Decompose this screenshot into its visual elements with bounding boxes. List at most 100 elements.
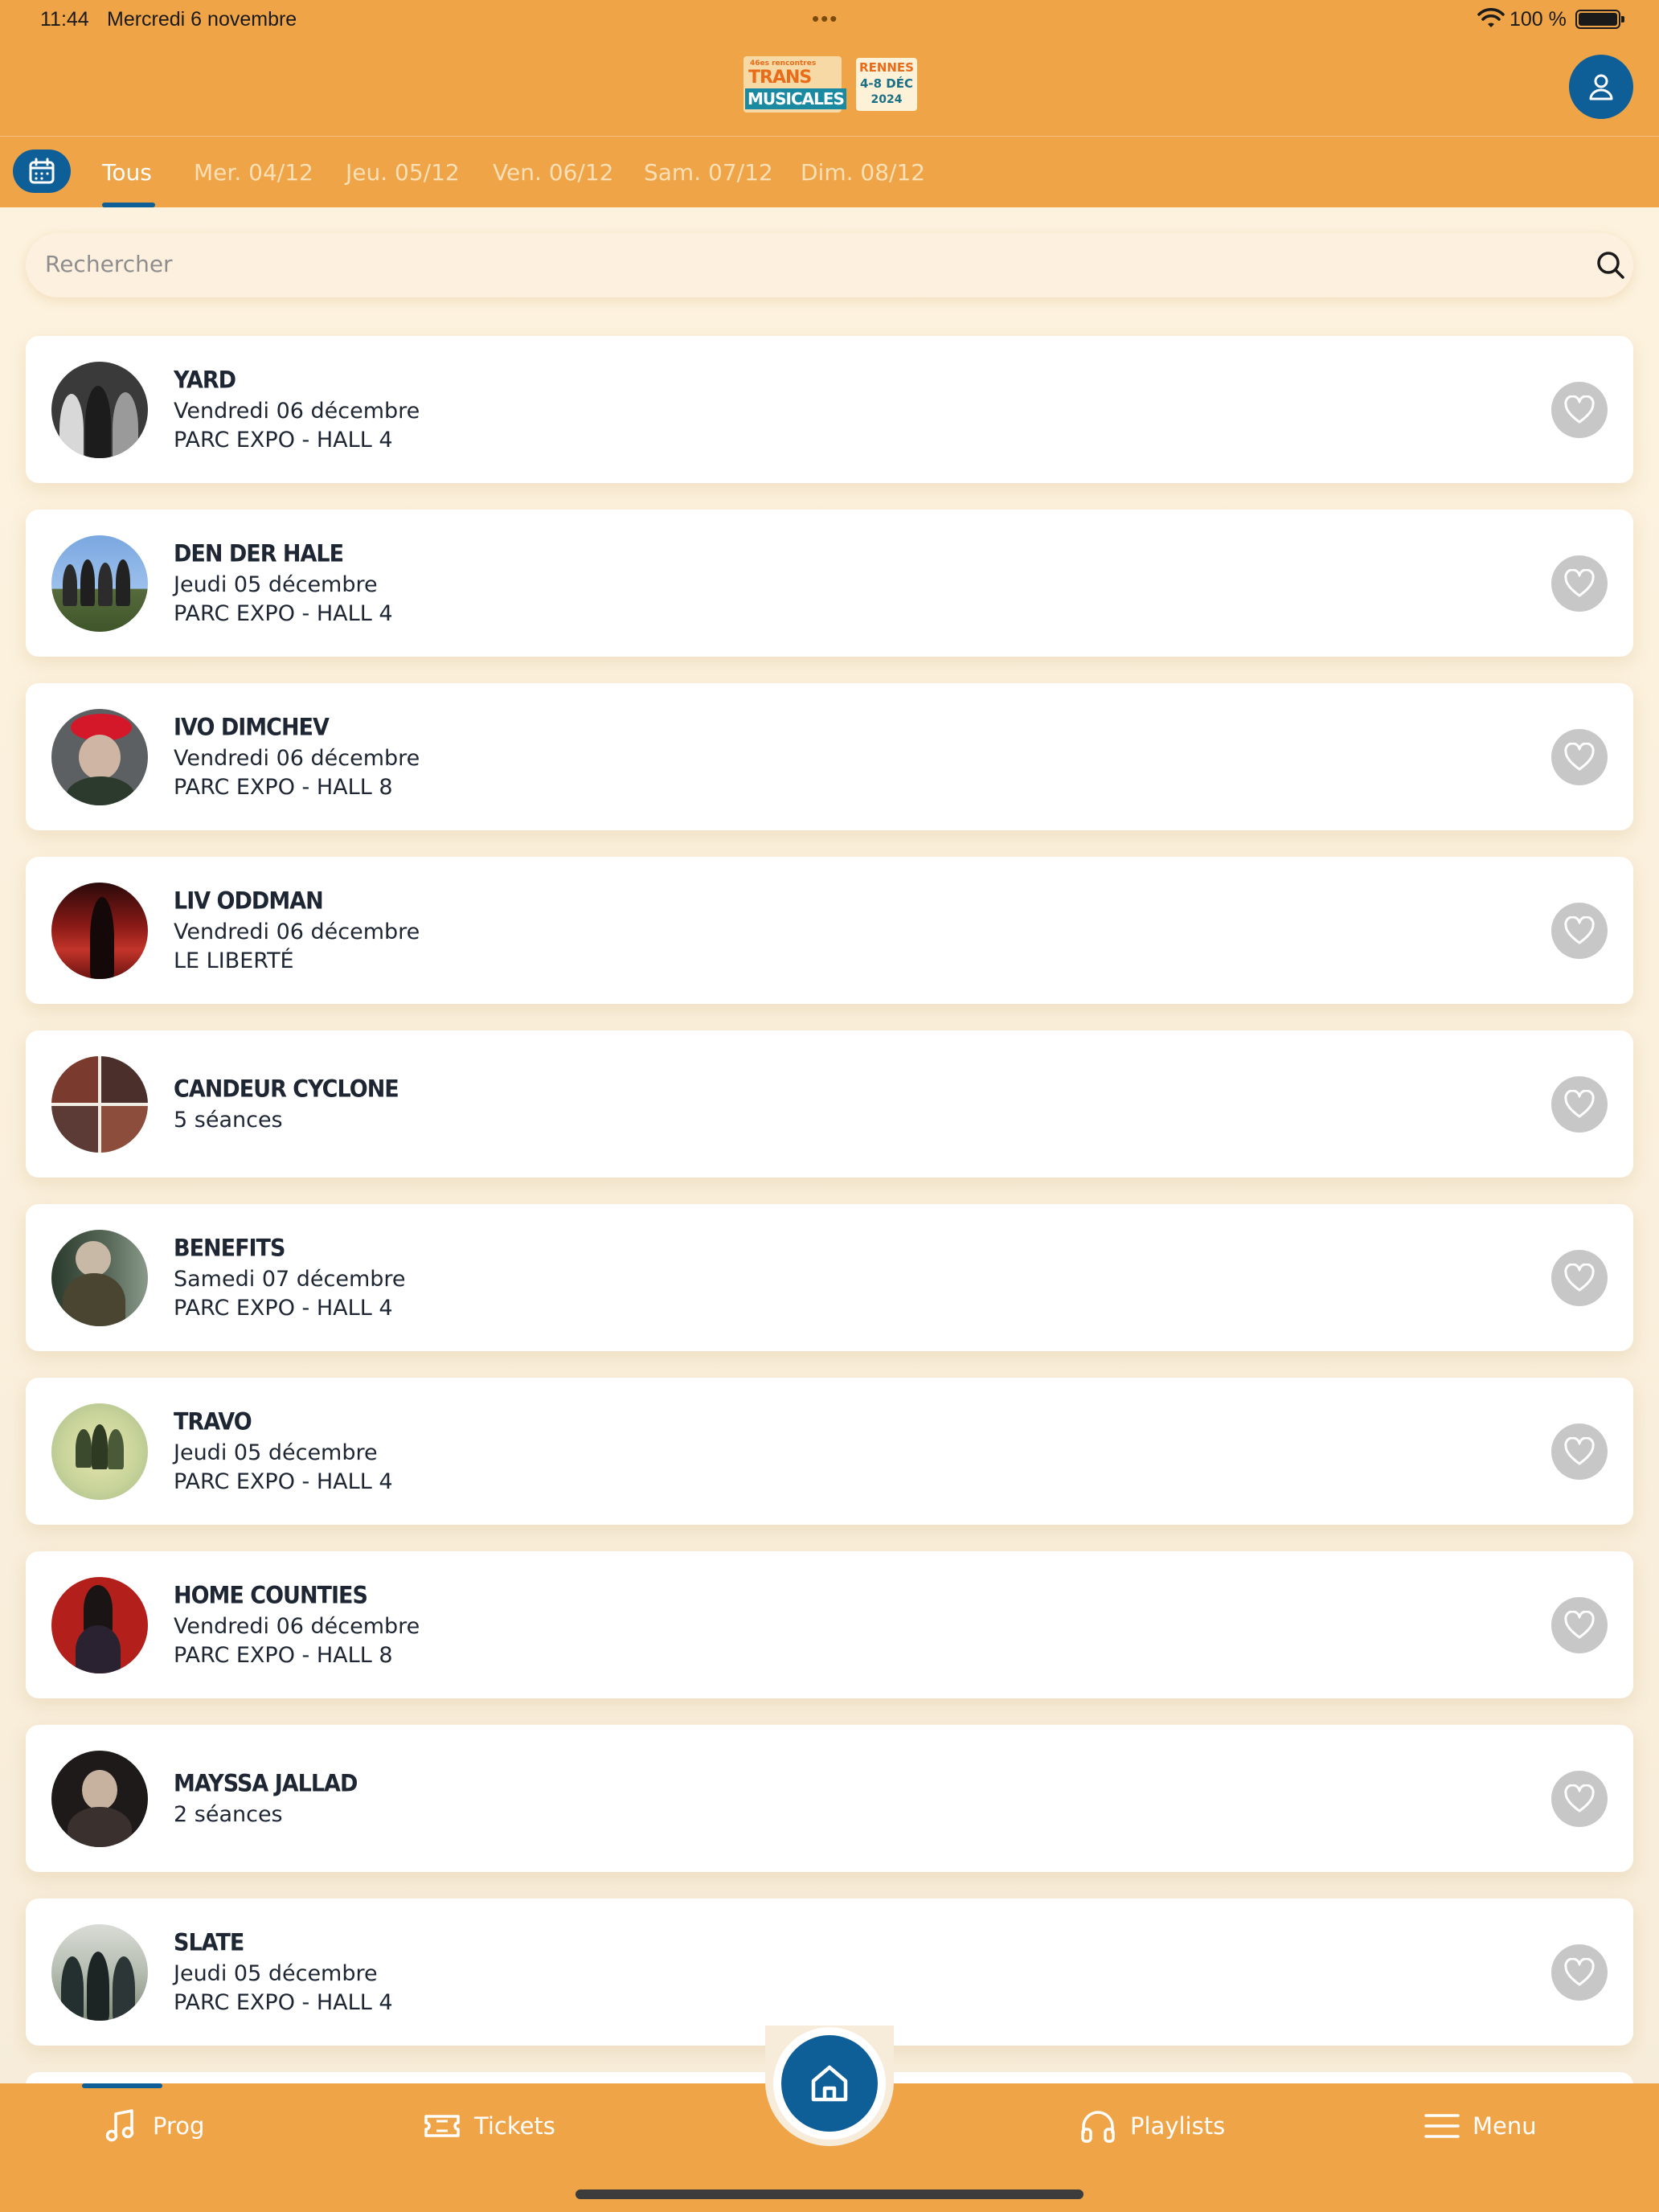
search-input[interactable]: Rechercher <box>45 251 173 277</box>
tab-mer-04-12[interactable]: Mer. 04/12 <box>194 159 313 186</box>
calendar-icon <box>29 158 55 184</box>
artist-date: Vendredi 06 décembre <box>174 746 420 771</box>
artist-name: MAYSSA JALLAD <box>174 1770 358 1798</box>
artist-name: CANDEUR CYCLONE <box>174 1075 399 1104</box>
heart-icon <box>1564 1264 1595 1292</box>
tab-jeu-05-12[interactable]: Jeu. 05/12 <box>346 159 460 186</box>
favorite-button[interactable] <box>1551 1423 1608 1480</box>
home-indicator-bar[interactable] <box>576 2189 1083 2199</box>
favorite-button[interactable] <box>1551 382 1608 438</box>
wifi-icon <box>1477 8 1505 27</box>
artist-card-den-der-hale[interactable]: DEN DER HALE Jeudi 05 décembre PARC EXPO… <box>26 510 1633 657</box>
tab-tous[interactable]: Tous <box>102 159 152 186</box>
day-tabs: Tous Mer. 04/12 Jeu. 05/12 Ven. 06/12 Sa… <box>0 137 1659 207</box>
favorite-button[interactable] <box>1551 1076 1608 1133</box>
active-tab-indicator <box>102 203 155 207</box>
favorite-button[interactable] <box>1551 903 1608 959</box>
artist-card-liv-oddman[interactable]: LIV ODDMAN Vendredi 06 décembre LE LIBER… <box>26 857 1633 1004</box>
calendar-button[interactable] <box>13 150 71 193</box>
artist-venue: PARC EXPO - HALL 4 <box>174 1990 393 2015</box>
tab-sam-07-12[interactable]: Sam. 07/12 <box>644 159 773 186</box>
artist-venue: PARC EXPO - HALL 4 <box>174 1296 393 1321</box>
favorite-button[interactable] <box>1551 729 1608 785</box>
artist-card-home-counties[interactable]: HOME COUNTIES Vendredi 06 décembre PARC … <box>26 1551 1633 1698</box>
nav-playlists[interactable]: Playlists <box>1079 2106 1225 2146</box>
heart-icon <box>1564 1437 1595 1465</box>
nav-tickets-label: Tickets <box>474 2112 555 2140</box>
heart-icon <box>1564 1090 1595 1118</box>
logo-musicales: MUSICALES <box>745 88 846 109</box>
artist-photo <box>51 883 148 979</box>
headphones-icon <box>1081 2111 1115 2143</box>
artist-name: IVO DIMCHEV <box>174 714 330 742</box>
hamburger-menu-icon <box>1424 2114 1460 2138</box>
artist-photo <box>51 1230 148 1326</box>
favorite-button[interactable] <box>1551 1771 1608 1827</box>
nav-prog-label: Prog <box>153 2112 205 2140</box>
artist-card-travo[interactable]: TRAVO Jeudi 05 décembre PARC EXPO - HALL… <box>26 1378 1633 1525</box>
logo-year: 2024 <box>870 93 903 106</box>
home-button[interactable] <box>781 2035 878 2132</box>
artist-date: Vendredi 06 décembre <box>174 1614 420 1639</box>
artist-name: LIV ODDMAN <box>174 887 324 916</box>
artist-venue: PARC EXPO - HALL 8 <box>174 775 393 800</box>
artist-photo <box>51 1056 148 1153</box>
active-nav-indicator <box>82 2083 162 2088</box>
artist-sessions: 2 séances <box>174 1802 283 1827</box>
artist-card-mayssa-jallad[interactable]: MAYSSA JALLAD 2 séances <box>26 1725 1633 1872</box>
nav-tickets[interactable]: Tickets <box>423 2106 555 2146</box>
search-bar[interactable]: Rechercher <box>26 233 1633 297</box>
artist-card-slate[interactable]: SLATE Jeudi 05 décembre PARC EXPO - HALL… <box>26 1899 1633 2046</box>
nav-menu[interactable]: Menu <box>1424 2106 1537 2146</box>
artist-name: BENEFITS <box>174 1235 285 1263</box>
nav-prog[interactable]: Prog <box>103 2106 204 2146</box>
artist-venue: LE LIBERTÉ <box>174 948 294 973</box>
profile-button[interactable] <box>1569 55 1633 119</box>
artist-date: Jeudi 05 décembre <box>174 572 378 597</box>
artist-photo <box>51 535 148 632</box>
artist-date: Jeudi 05 décembre <box>174 1961 378 1986</box>
ticket-icon <box>424 2115 460 2137</box>
home-icon <box>811 2065 848 2102</box>
artist-name: DEN DER HALE <box>174 540 344 568</box>
favorite-button[interactable] <box>1551 1597 1608 1653</box>
artist-date: Jeudi 05 décembre <box>174 1440 378 1465</box>
heart-icon <box>1564 743 1595 771</box>
app-header: 46es rencontres TRANS MUSICALES RENNES 4… <box>0 39 1659 137</box>
trans-musicales-logo[interactable]: 46es rencontres TRANS MUSICALES RENNES 4… <box>743 56 917 113</box>
artist-venue: PARC EXPO - HALL 4 <box>174 428 393 453</box>
logo-tagline: 46es rencontres <box>750 59 817 68</box>
multitasking-dots[interactable]: ••• <box>812 6 838 31</box>
artist-photo <box>51 1751 148 1847</box>
favorite-button[interactable] <box>1551 1944 1608 2001</box>
favorite-button[interactable] <box>1551 1250 1608 1306</box>
artist-card-yard[interactable]: YARD Vendredi 06 décembre PARC EXPO - HA… <box>26 336 1633 483</box>
artist-name: YARD <box>174 367 236 395</box>
tab-ven-06-12[interactable]: Ven. 06/12 <box>493 159 613 186</box>
music-note-icon <box>105 2109 134 2142</box>
nav-menu-label: Menu <box>1473 2112 1537 2140</box>
artist-card-benefits[interactable]: BENEFITS Samedi 07 décembre PARC EXPO - … <box>26 1204 1633 1351</box>
logo-rennes-dates: RENNES 4-8 DÉC 2024 <box>856 58 917 111</box>
favorite-button[interactable] <box>1551 555 1608 612</box>
artist-card-ivo-dimchev[interactable]: IVO DIMCHEV Vendredi 06 décembre PARC EX… <box>26 683 1633 830</box>
artist-venue: PARC EXPO - HALL 8 <box>174 1643 393 1668</box>
artist-card-candeur-cyclone[interactable]: CANDEUR CYCLONE 5 séances <box>26 1030 1633 1178</box>
tab-dim-08-12[interactable]: Dim. 08/12 <box>801 159 925 186</box>
artist-photo <box>51 1924 148 2021</box>
nav-playlists-label: Playlists <box>1130 2112 1226 2140</box>
search-icon[interactable] <box>1595 249 1627 281</box>
artist-name: SLATE <box>174 1929 244 1957</box>
logo-city: RENNES <box>859 60 914 75</box>
logo-dates: 4-8 DÉC <box>859 76 914 91</box>
heart-icon <box>1564 1611 1595 1639</box>
battery-percent: 100 % <box>1509 8 1567 31</box>
artist-photo <box>51 709 148 805</box>
user-icon <box>1589 74 1613 100</box>
status-time: 11:44 <box>40 8 89 31</box>
artist-date: Samedi 07 décembre <box>174 1267 406 1292</box>
artist-photo <box>51 1577 148 1673</box>
artist-name: TRAVO <box>174 1408 252 1436</box>
logo-trans: TRANS <box>748 68 812 88</box>
artist-venue: PARC EXPO - HALL 4 <box>174 1469 393 1494</box>
